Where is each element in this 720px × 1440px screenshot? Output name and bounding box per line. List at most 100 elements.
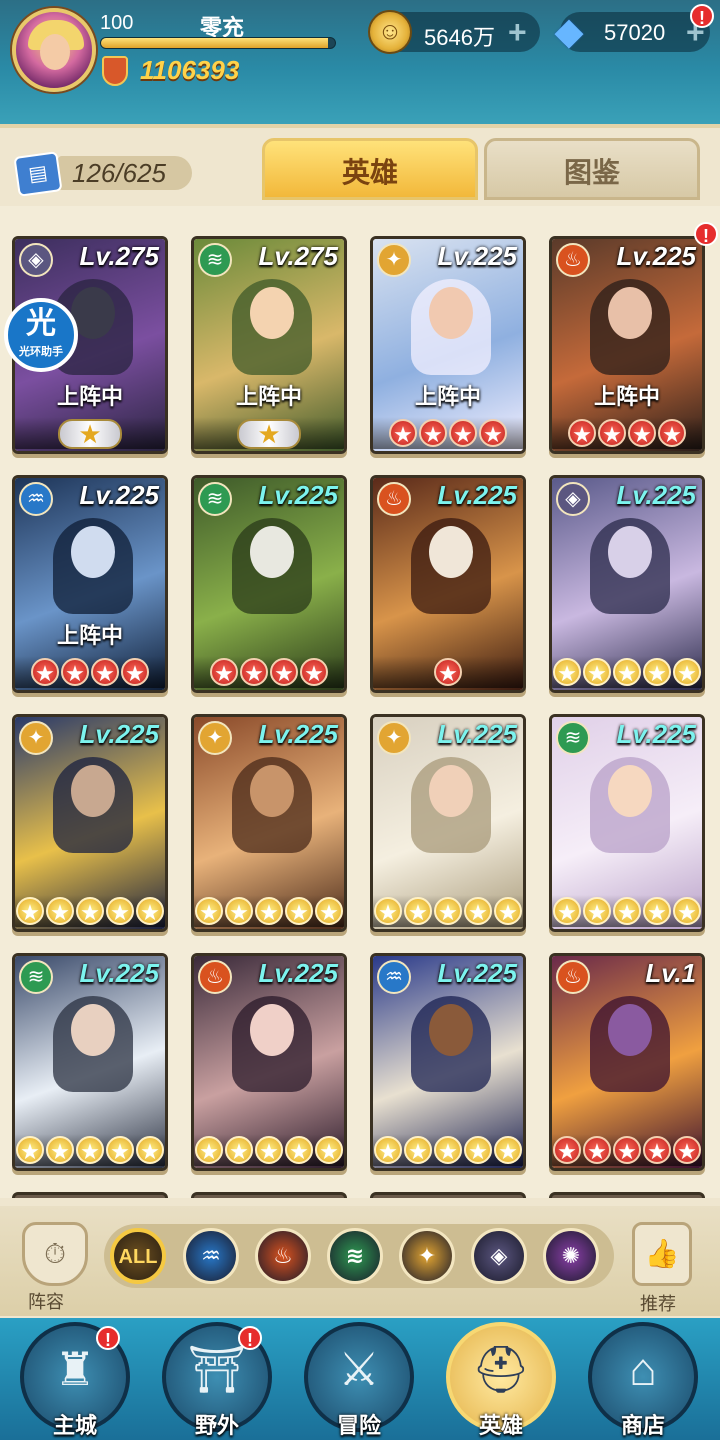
hero-card[interactable]: ✦ Lv.225 上阵中 ★ ★ ★ ★ (370, 236, 526, 454)
star-icon: ★ (61, 658, 89, 686)
castle-icon: ♜ (54, 1343, 96, 1395)
hero-head (71, 765, 115, 817)
avatar-face (40, 34, 70, 70)
hero-head (71, 1004, 115, 1056)
wind-icon: ≋ (198, 482, 232, 516)
star-icon: ★ (494, 1136, 522, 1164)
hero-card[interactable]: ♨ Lv.1 ★ ★ ★ ★ ★ (549, 953, 705, 1171)
hero-card[interactable]: ♨ Lv.225 ★ ★ ★ ★ ★ (191, 953, 347, 1171)
gold-amount: 5646万 (424, 25, 495, 50)
filter-purple-spiral-button[interactable]: ✺ (543, 1228, 599, 1284)
star-rating: ★ ★ ★ ★ ★ (15, 1134, 165, 1166)
star-rating: ★ ★ ★ ★ (373, 417, 523, 449)
recommend-label: 推荐 (640, 1294, 676, 1314)
tab-codex[interactable]: 图鉴 (484, 138, 700, 200)
fire-icon: ♨ (198, 960, 232, 994)
hero-level: Lv.225 (616, 480, 696, 510)
star-icon: ★ (404, 1136, 432, 1164)
star-icon: ★ (121, 658, 149, 686)
hero-card[interactable]: ≋ Lv.225 ★ ★ ★ ★ ★ (12, 953, 168, 1171)
star-icon: ★ (210, 658, 238, 686)
star-icon: ★ (46, 1136, 74, 1164)
star-icon: ★ (643, 897, 671, 925)
lineup-button[interactable]: ⏱ (22, 1222, 88, 1286)
hero-level: Lv.225 (437, 480, 517, 510)
star-icon: ★ (404, 897, 432, 925)
hero-card[interactable]: ◈ Lv.225 ★ ★ ★ ★ ★ (549, 475, 705, 693)
shop-icon: ⌂ (629, 1343, 657, 1395)
wind-icon: ≋ (345, 1243, 365, 1268)
star-icon: ★ (76, 1136, 104, 1164)
hero-card-partial[interactable] (12, 1192, 168, 1198)
star-icon: ★ (240, 658, 268, 686)
recommend-button[interactable]: 👍 (632, 1222, 692, 1286)
hero-card[interactable]: ≋ Lv.275 上阵中 ★ (191, 236, 347, 454)
hero-card[interactable]: ♨ Lv.225 ★ (370, 475, 526, 693)
star-icon: ★ (673, 658, 701, 686)
nav-label: 英雄 (478, 1413, 523, 1438)
star-icon: ★ (449, 419, 477, 447)
star-rating: ★ ★ ★ ★ (552, 417, 702, 449)
star-rating: ★ ★ ★ ★ ★ (552, 656, 702, 688)
hero-head (608, 1004, 652, 1056)
star-icon: ★ (628, 419, 656, 447)
player-avatar[interactable] (12, 8, 96, 92)
hero-card[interactable]: ≋ Lv.225 ★ ★ ★ ★ ★ (549, 714, 705, 932)
fire-icon: ♨ (556, 243, 590, 277)
hero-card[interactable]: ♒ Lv.225 上阵中 ★ ★ ★ ★ (12, 475, 168, 693)
star-rating: ★ ★ ★ ★ ★ (194, 895, 344, 927)
combat-power: 1106393 (140, 55, 240, 85)
gem-alert-badge: ! (690, 4, 714, 28)
star-icon: ★ (374, 1136, 402, 1164)
hero-card[interactable]: ✦ Lv.225 ★ ★ ★ ★ ★ (370, 714, 526, 932)
add-gold-button[interactable]: + (508, 14, 527, 51)
filter-light-button[interactable]: ✦ (399, 1228, 455, 1284)
hero-card[interactable]: ✦ Lv.225 ★ ★ ★ ★ ★ (12, 714, 168, 932)
hero-card-partial[interactable] (549, 1192, 705, 1198)
power-shield-icon (102, 56, 128, 86)
light-icon: ✦ (417, 1243, 437, 1268)
star-icon: ★ (225, 897, 253, 925)
star-rating: ★ ★ ★ ★ ★ (373, 1134, 523, 1166)
hero-card-partial[interactable] (191, 1192, 347, 1198)
filter-all-button[interactable]: ALL (110, 1228, 166, 1284)
hero-head (608, 526, 652, 578)
tab-heroes[interactable]: 英雄 (262, 138, 478, 200)
filter-dark-diamond-button[interactable]: ◈ (471, 1228, 527, 1284)
hero-count: 126/625 (72, 158, 166, 188)
light-icon: ✦ (19, 721, 53, 755)
hero-card[interactable]: ♨ Lv.225 上阵中 ★ ★ ★ ★ (549, 236, 705, 454)
filter-wind-button[interactable]: ≋ (327, 1228, 383, 1284)
star-icon: ★ (643, 1136, 671, 1164)
filter-fire-button[interactable]: ♨ (255, 1228, 311, 1284)
hero-card-partial[interactable] (370, 1192, 526, 1198)
hero-card[interactable]: ≋ Lv.225 ★ ★ ★ ★ (191, 475, 347, 693)
star-icon: ★ (315, 1136, 343, 1164)
assist-badge[interactable]: 光 光环助手 (4, 298, 78, 372)
hero-level: Lv.275 (79, 241, 159, 271)
star-icon: ★ (673, 1136, 701, 1164)
card-stack-icon: ▤ (13, 151, 63, 197)
hero-card[interactable]: ✦ Lv.225 ★ ★ ★ ★ ★ (191, 714, 347, 932)
nav-alert-badge: ! (238, 1326, 262, 1350)
hero-head (429, 765, 473, 817)
helmet-icon: ⛑ (471, 1343, 531, 1395)
star-icon: ★ (613, 897, 641, 925)
fire-icon: ♨ (273, 1243, 293, 1268)
star-icon: ★ (583, 1136, 611, 1164)
hero-head (429, 287, 473, 339)
light-icon: ✦ (198, 721, 232, 755)
hero-level: Lv.225 (258, 958, 338, 988)
dark-diamond-icon: ◈ (19, 243, 53, 277)
star-icon: ★ (434, 658, 462, 686)
exp-bar (100, 37, 336, 49)
hero-head (250, 287, 294, 339)
star-rating: ★ ★ ★ ★ ★ (373, 895, 523, 927)
lineup-label: 阵容 (28, 1292, 64, 1312)
hero-card[interactable]: ♒ Lv.225 ★ ★ ★ ★ ★ (370, 953, 526, 1171)
hero-head (71, 526, 115, 578)
filter-water-button[interactable]: ♒ (183, 1228, 239, 1284)
hero-alert-badge: ! (694, 222, 718, 246)
deployed-label: 上阵中 (414, 384, 481, 409)
star-icon: ★ (31, 658, 59, 686)
